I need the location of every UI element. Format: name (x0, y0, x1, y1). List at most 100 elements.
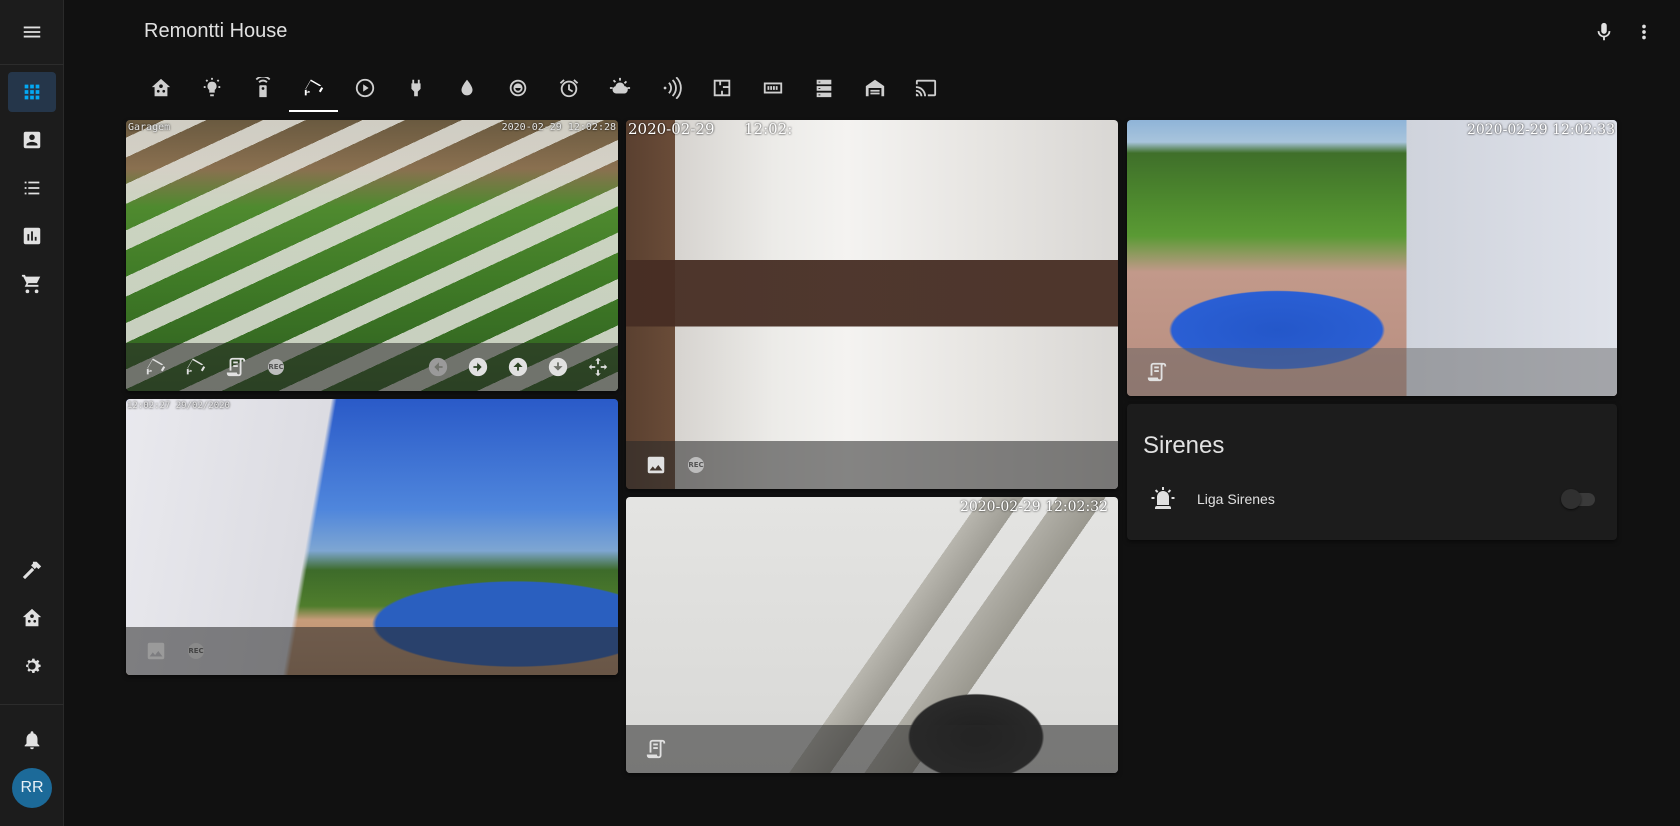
camera-record-button[interactable]: REC (256, 347, 296, 387)
router-icon (763, 82, 782, 94)
record-icon: REC (688, 457, 704, 473)
app-header: Remontti House (64, 0, 1680, 112)
tab-water[interactable] (441, 64, 492, 112)
sidebar-item-hacs[interactable] (8, 598, 56, 638)
chart-box-icon (23, 227, 41, 245)
washing-machine-icon (509, 79, 526, 97)
camera-timestamp: 2020-02-29 (628, 120, 715, 138)
sidebar-item-shopping-list[interactable] (8, 264, 56, 304)
microphone-icon (1597, 22, 1611, 41)
ptz-right-button[interactable] (458, 347, 498, 387)
camera-controls-bar: REC (126, 343, 618, 391)
menu-icon (23, 26, 41, 38)
more-options-button[interactable] (1626, 14, 1662, 50)
menu-button[interactable] (8, 12, 56, 52)
camera-card-piscina[interactable]: 2020-02-29 12:02:33 (1127, 120, 1617, 396)
camera-timestamp: 2020-02-29 12:02:28 (501, 122, 616, 133)
siren-entity-label[interactable]: Liga Sirenes (1197, 491, 1275, 507)
camera-label: Garagem (128, 122, 171, 133)
camera-snapshot-button[interactable] (636, 445, 676, 485)
cctv-icon (304, 79, 323, 96)
ptz-up-button[interactable] (498, 347, 538, 387)
ptz-down-button[interactable] (538, 347, 578, 387)
camera-snapshot-button[interactable] (136, 631, 176, 671)
voice-command-button[interactable] (1586, 14, 1622, 50)
cast-icon (915, 79, 936, 97)
ptz-left-button[interactable] (418, 347, 458, 387)
tab-laundry[interactable] (492, 64, 543, 112)
lightbulb-icon (203, 77, 220, 97)
tab-media[interactable] (339, 64, 390, 112)
format-list-bulleted-icon (24, 181, 40, 195)
sidebar-item-overview[interactable] (8, 72, 56, 112)
tab-remote[interactable] (237, 64, 288, 112)
sidebar-divider (0, 704, 64, 705)
image-icon (647, 456, 665, 474)
sidebar-item-developer-tools[interactable] (8, 550, 56, 590)
sidebar-item-notifications[interactable] (8, 720, 56, 760)
camera-controls-bar: REC (626, 441, 1118, 489)
camera-record-button[interactable]: REC (676, 445, 716, 485)
camera-timestamp: 12:02:27 29/02/2020 (127, 401, 230, 411)
tab-signal[interactable] (645, 64, 696, 112)
camera-controls-bar: REC (126, 627, 618, 675)
sidebar-item-people[interactable] (8, 120, 56, 160)
sidebar-divider (0, 64, 64, 65)
camera-card-sala[interactable]: 2020-02-29 12:02: REC (626, 120, 1118, 489)
remote-icon (255, 77, 270, 98)
tab-home[interactable] (135, 64, 186, 112)
camera-history-button[interactable] (636, 729, 676, 769)
play-circle-icon (355, 78, 374, 98)
siren-toggle-switch[interactable] (1561, 489, 1597, 509)
siren-entity-icon[interactable] (1151, 486, 1175, 510)
alarm-light-icon (1151, 487, 1175, 509)
water-icon (461, 79, 472, 96)
app-root: RR Remontti House Garagem 2020-02-29 12:… (0, 0, 1680, 826)
arrow-all-icon (588, 357, 608, 377)
power-plug-icon (410, 79, 421, 97)
user-initials: RR (20, 779, 44, 796)
cctv-icon (186, 358, 206, 375)
ptz-home-button[interactable] (578, 347, 618, 387)
camera-image-sala (626, 120, 1118, 489)
camera-history-button[interactable] (216, 347, 256, 387)
view-dashboard-icon (24, 84, 40, 100)
sirenes-card: Sirenes Liga Sirenes (1127, 404, 1617, 540)
tab-cast[interactable] (900, 64, 951, 112)
home-assistant-icon (151, 78, 170, 97)
sidebar-item-logbook[interactable] (8, 168, 56, 208)
cog-icon (26, 658, 41, 674)
camera-timestamp-time: 12:02: (744, 120, 793, 138)
tab-network[interactable] (747, 64, 798, 112)
camera-turn-off-button[interactable] (176, 347, 216, 387)
camera-history-button[interactable] (1137, 352, 1177, 392)
tab-weather[interactable] (594, 64, 645, 112)
tab-server[interactable] (798, 64, 849, 112)
tab-lights[interactable] (186, 64, 237, 112)
weather-icon (609, 77, 630, 94)
garage-icon (865, 79, 884, 97)
camera-controls-bar (626, 725, 1118, 773)
camera-controls-bar (1127, 348, 1617, 396)
camera-turn-on-button[interactable] (136, 347, 176, 387)
sidebar: RR (0, 0, 64, 826)
tab-floorplan[interactable] (696, 64, 747, 112)
tab-power[interactable] (390, 64, 441, 112)
sidebar-item-configuration[interactable] (8, 646, 56, 686)
camera-record-button[interactable]: REC (176, 631, 216, 671)
camera-card-fundos[interactable]: 12:02:27 29/02/2020 REC (126, 399, 618, 675)
tab-alarm[interactable] (543, 64, 594, 112)
user-avatar[interactable]: RR (12, 768, 52, 808)
page-title: Remontti House (144, 20, 288, 42)
camera-card-garagem[interactable]: Garagem 2020-02-29 12:02:28 REC (126, 120, 618, 391)
dots-vertical-icon (1642, 24, 1646, 40)
tab-cameras[interactable] (288, 64, 339, 112)
record-icon: REC (188, 643, 204, 659)
account-box-icon (23, 131, 41, 149)
hammer-icon (22, 561, 42, 580)
camera-card-corredor[interactable]: 2020-02-29 12:02:32 (626, 497, 1118, 773)
sidebar-item-history[interactable] (8, 216, 56, 256)
arrow-right-circle-icon (468, 357, 488, 377)
tab-garage[interactable] (849, 64, 900, 112)
alarm-icon (559, 79, 578, 98)
